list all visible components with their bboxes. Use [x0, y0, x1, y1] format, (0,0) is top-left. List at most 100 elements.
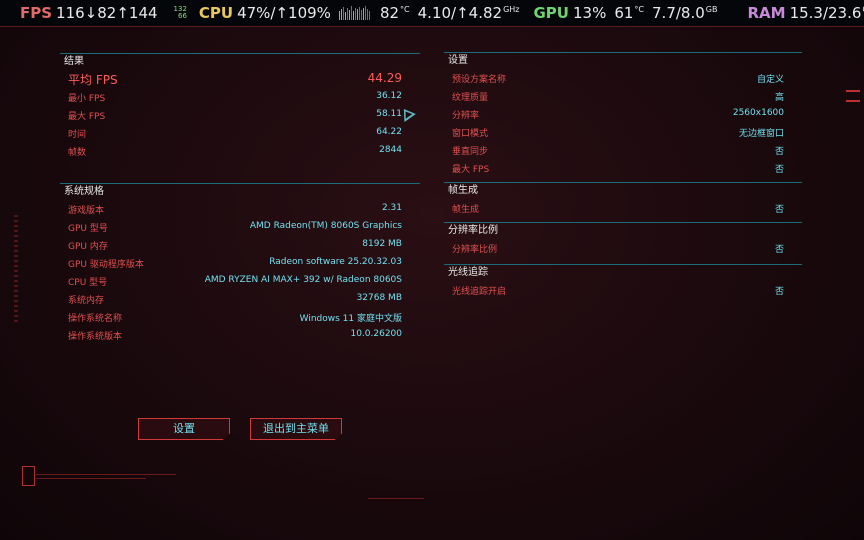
- setting-row-max-fps: 最大 FPS 否: [444, 159, 802, 177]
- spec-value: AMD RYZEN AI MAX+ 392 w/ Radeon 8060S: [204, 275, 402, 285]
- specs-title: 系统规格: [64, 186, 104, 197]
- cpu-temp-value: 82: [379, 4, 400, 22]
- setting-row-resolution: 分辨率 2560x1600: [444, 105, 802, 123]
- ray-tracing-title: 光线追踪: [448, 267, 488, 278]
- result-row-min-fps: 最小 FPS 36.12: [60, 88, 420, 106]
- fps-values: 116↓82↑144: [56, 4, 158, 22]
- setting-row-ray-tracing: 光线追踪开启 否: [444, 281, 802, 299]
- spec-label: GPU 驱动程序版本: [68, 260, 144, 270]
- decor-line: [36, 478, 146, 479]
- decor-line: [36, 474, 176, 475]
- gpu-temperature: 61°C: [614, 4, 644, 22]
- result-label: 平均 FPS: [68, 73, 118, 87]
- result-value: 64.22: [376, 127, 402, 137]
- setting-value: 高: [774, 93, 784, 103]
- spec-row-os-name: 操作系统名称 Windows 11 家庭中文版: [60, 308, 420, 326]
- setting-value: 否: [774, 205, 784, 215]
- setting-row-res-scale: 分辨率比例 否: [444, 239, 802, 257]
- exit-to-main-menu-button[interactable]: 退出到主菜单: [250, 418, 342, 440]
- setting-value: 2560x1600: [732, 108, 784, 118]
- result-label: 最小 FPS: [68, 94, 106, 104]
- result-value: 2844: [379, 145, 402, 155]
- result-value: 44.29: [367, 71, 402, 85]
- setting-label: 光线追踪开启: [452, 287, 507, 297]
- spec-value: 2.31: [381, 203, 402, 213]
- spec-value: 8192 MB: [362, 239, 402, 249]
- spec-row-system-memory: 系统内存 32768 MB: [60, 290, 420, 308]
- spec-row-os-version: 操作系统版本 10.0.26200: [60, 326, 420, 344]
- results-title: 结果: [64, 56, 84, 67]
- spec-row-cpu-model: CPU 型号 AMD RYZEN AI MAX+ 392 w/ Radeon 80…: [60, 272, 420, 290]
- fps-label: FPS: [20, 4, 53, 22]
- result-row-max-fps: 最大 FPS 58.11: [60, 106, 420, 124]
- spec-row-gpu-memory: GPU 内存 8192 MB: [60, 236, 420, 254]
- spec-label: 系统内存: [68, 296, 105, 306]
- setting-label: 窗口模式: [452, 129, 489, 139]
- setting-value: 否: [774, 245, 784, 255]
- result-label: 帧数: [68, 148, 87, 158]
- spec-label: CPU 型号: [68, 278, 108, 288]
- result-label: 时间: [68, 130, 87, 140]
- setting-row-texture-quality: 纹理质量 高: [444, 87, 802, 105]
- setting-row-frame-gen: 帧生成 否: [444, 199, 802, 217]
- logo-icon: [22, 466, 35, 486]
- cpu-clock: 4.10/↑4.82GHz: [418, 4, 520, 22]
- setting-row-vsync: 垂直同步 否: [444, 141, 802, 159]
- spec-value: 32768 MB: [356, 293, 402, 303]
- spec-value: Radeon software 25.20.32.03: [269, 257, 402, 267]
- setting-label: 最大 FPS: [452, 165, 490, 175]
- setting-row-preset: 预设方案名称 自定义: [444, 69, 802, 87]
- setting-label: 分辨率比例: [452, 245, 498, 255]
- setting-value: 无边框窗口: [738, 129, 784, 139]
- right-edge-mark: [846, 90, 860, 92]
- setting-value: 否: [774, 287, 784, 297]
- cpu-temperature: 82°C: [380, 4, 410, 22]
- vram-value: 7.7/8.0: [652, 4, 705, 22]
- resolution-scale-panel: 分辨率比例 分辨率比例否: [444, 222, 802, 257]
- spec-label: 操作系统版本: [68, 332, 123, 342]
- setting-label: 帧生成: [452, 205, 480, 215]
- gpu-usage: 13%: [572, 4, 607, 22]
- result-label: 最大 FPS: [68, 112, 106, 122]
- gpu-temp-unit: °C: [634, 5, 645, 14]
- setting-value: 否: [774, 147, 784, 157]
- frame-generation-panel: 帧生成 帧生成否: [444, 182, 802, 217]
- system-specs-panel: 系统规格 游戏版本 2.31 GPU 型号 AMD Radeon(TM) 8060S…: [60, 183, 420, 344]
- spec-row-gpu-model: GPU 型号 AMD Radeon(TM) 8060S Graphics: [60, 218, 420, 236]
- ram-usage: 15.3/23.6GB: [790, 4, 864, 22]
- result-row-frames: 帧数 2844: [60, 142, 420, 160]
- gpu-label: GPU: [533, 4, 569, 22]
- setting-value: 否: [774, 165, 784, 175]
- gpu-temp-value: 61: [614, 4, 634, 22]
- cpu-usage: 47%/↑109%: [237, 4, 331, 22]
- res-scale-title: 分辨率比例: [448, 225, 498, 236]
- performance-overlay: FPS 116↓82↑144 132 66 CPU 47%/↑109% 82°C …: [0, 0, 864, 26]
- spec-label: GPU 型号: [68, 224, 108, 234]
- spec-value: 10.0.26200: [350, 329, 402, 339]
- result-row-time: 时间 64.22: [60, 124, 420, 142]
- ray-tracing-panel: 光线追踪 光线追踪开启 否: [444, 264, 802, 299]
- spec-row-game-version: 游戏版本 2.31: [60, 200, 420, 218]
- settings-button[interactable]: 设置: [138, 418, 230, 440]
- frame-gen-title: 帧生成: [448, 185, 478, 196]
- fps-graph-range: 132 66: [174, 6, 187, 20]
- ram-label: RAM: [747, 4, 786, 22]
- cpu-label: CPU: [198, 4, 234, 22]
- cpu-core-bars: [338, 6, 370, 20]
- spec-label: GPU 内存: [68, 242, 108, 252]
- right-edge-mark: [846, 100, 860, 102]
- setting-label: 纹理质量: [452, 93, 489, 103]
- results-panel: 结果 平均 FPS 44.29 最小 FPS 36.12 最大 FPS 58.11 时…: [60, 53, 420, 160]
- left-edge-decoration: [14, 215, 18, 325]
- cpu-clock-value: 4.10/↑4.82: [417, 4, 503, 22]
- cpu-clock-unit: GHz: [503, 5, 520, 14]
- result-value: 36.12: [376, 91, 402, 101]
- setting-row-window-mode: 窗口模式 无边框窗口: [444, 123, 802, 141]
- spec-label: 操作系统名称: [68, 314, 123, 324]
- setting-label: 分辨率: [452, 111, 480, 121]
- result-row-avg-fps: 平均 FPS 44.29: [60, 70, 420, 88]
- spec-value: Windows 11 家庭中文版: [299, 314, 402, 324]
- overlay-bottom-border: [0, 26, 864, 27]
- vram-unit: GB: [705, 5, 718, 14]
- spec-value: AMD Radeon(TM) 8060S Graphics: [249, 221, 402, 231]
